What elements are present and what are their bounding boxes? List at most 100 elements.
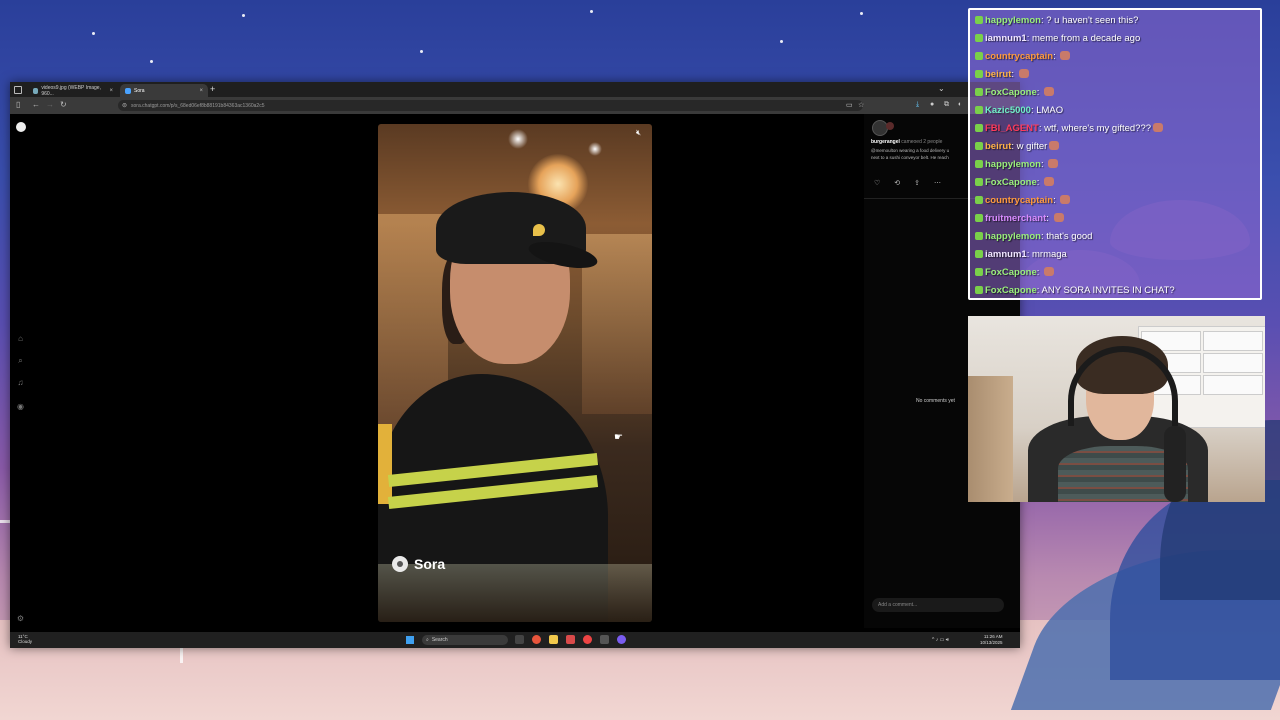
site-info-icon[interactable]: ⊜: [122, 102, 127, 109]
stream-chat-overlay: happylemon: ? u haven't seen this? iamnum…: [968, 8, 1262, 300]
chat-username[interactable]: FoxCapone: [985, 285, 1037, 296]
tab-search-chevron-icon[interactable]: ⌄: [938, 84, 945, 93]
reload-icon[interactable]: ↻: [60, 100, 67, 109]
tab-close-icon[interactable]: ×: [109, 88, 113, 94]
chat-message: beirut: w gifter: [975, 141, 1060, 152]
chat-username[interactable]: countrycaptain: [985, 195, 1053, 206]
taskbar-clock[interactable]: 11:26 AM 10/13/2025: [980, 634, 1003, 646]
chat-emote-icon: [1049, 141, 1060, 150]
chat-emote-icon: [1048, 159, 1059, 168]
video-player[interactable]: 🔇︎ ☛ Sora: [378, 124, 652, 622]
chat-username[interactable]: countrycaptain: [985, 51, 1053, 62]
chat-username[interactable]: iamnum1: [985, 249, 1027, 260]
mute-icon[interactable]: 🔇︎: [636, 128, 641, 138]
add-comment-input[interactable]: Add a comment...: [872, 598, 1004, 612]
chat-emote-icon: [1153, 123, 1164, 132]
profile-icon[interactable]: ◉: [16, 402, 25, 411]
chat-message: happylemon:: [975, 159, 1059, 170]
chat-username[interactable]: happylemon: [985, 231, 1041, 242]
chat-emote-icon: [1044, 267, 1055, 276]
mouse-cursor-icon: ☛: [614, 432, 623, 443]
back-icon[interactable]: ←: [32, 100, 40, 109]
tab-close-icon[interactable]: ×: [199, 88, 203, 94]
tab-label: videos9.jpg (WEBP Image, 960...: [41, 84, 101, 97]
extensions-puzzle-icon[interactable]: ⧉: [944, 101, 949, 109]
sidebar-toggle-icon[interactable]: ▯: [16, 100, 20, 109]
file-explorer-icon[interactable]: [549, 635, 558, 644]
star: [92, 32, 95, 35]
search-icon[interactable]: ⌕: [16, 356, 25, 365]
forward-icon[interactable]: →: [46, 100, 54, 109]
chat-username[interactable]: FBI_AGENT: [985, 123, 1039, 134]
app-icon[interactable]: [583, 635, 592, 644]
like-icon[interactable]: ♡: [874, 179, 880, 187]
settings-icon[interactable]: ⚙: [16, 614, 25, 623]
more-options-icon[interactable]: ⋯: [934, 179, 941, 187]
sora-logo-icon[interactable]: [16, 122, 26, 132]
chat-username[interactable]: iamnum1: [985, 33, 1027, 44]
address-bar[interactable]: ⊜ sora.chatgpt.com/p/s_68ed06ef8b88191b8…: [118, 100, 863, 111]
chat-username[interactable]: Kazic5000: [985, 105, 1031, 116]
extension-icon[interactable]: ●: [930, 101, 934, 108]
chat-badge-icon: [975, 232, 983, 240]
chat-username[interactable]: FoxCapone: [985, 177, 1037, 188]
install-icon[interactable]: ▭: [846, 101, 853, 109]
tab-sora[interactable]: Sora ×: [120, 84, 208, 97]
bookmark-star-icon[interactable]: ☆: [858, 101, 864, 109]
star: [590, 10, 593, 13]
chat-message: happylemon: ? u haven't seen this?: [975, 15, 1138, 26]
share-icon[interactable]: ⇪: [914, 179, 920, 187]
chat-message: fruitmerchant:: [975, 213, 1064, 224]
windows-taskbar: 11°C Cloudy ⌕ Search ^ ♪ ▭ 🔊︎ 11:26 AM 1…: [10, 632, 1020, 648]
chat-username[interactable]: beirut: [985, 69, 1011, 80]
windows-start-icon[interactable]: [406, 636, 414, 644]
chat-message: FoxCapone:: [975, 267, 1055, 278]
tab-favicon-icon: [125, 87, 131, 94]
profile-icon[interactable]: ◐: [958, 101, 962, 108]
chat-badge-icon: [975, 52, 983, 60]
drawer: [1203, 331, 1263, 351]
sora-watermark: Sora: [392, 556, 445, 572]
drawer: [1203, 375, 1263, 395]
remix-icon[interactable]: ⟲: [894, 179, 900, 187]
chat-badge-icon: [975, 106, 983, 114]
chat-username[interactable]: fruitmerchant: [985, 213, 1046, 224]
chat-message: countrycaptain:: [975, 195, 1071, 206]
taskbar-search[interactable]: ⌕ Search: [422, 635, 508, 645]
chat-separator: :: [1036, 87, 1043, 98]
search-icon: ⌕: [426, 637, 429, 643]
chat-badge-icon: [975, 142, 983, 150]
tab-actions-icon[interactable]: [14, 86, 22, 94]
chat-username[interactable]: FoxCapone: [985, 87, 1037, 98]
chat-badge-icon: [975, 16, 983, 24]
new-tab-icon[interactable]: +: [210, 84, 215, 94]
tab-favicon-icon: [33, 87, 39, 94]
weather-widget[interactable]: 11°C Cloudy: [18, 634, 32, 644]
system-tray-icons[interactable]: ^ ♪ ▭ 🔊︎: [932, 637, 949, 643]
chat-username[interactable]: happylemon: [985, 15, 1041, 26]
chat-username[interactable]: happylemon: [985, 159, 1041, 170]
chat-separator: :: [1040, 159, 1047, 170]
download-icon[interactable]: ⤓: [916, 101, 919, 109]
chat-message: Kazic5000: LMAO: [975, 105, 1063, 116]
action-bar: ♡ ⟲ ⇪ ⋯: [874, 179, 941, 187]
chat-username[interactable]: FoxCapone: [985, 267, 1037, 278]
home-icon[interactable]: ⌂: [16, 334, 25, 343]
chat-badge-icon: [975, 160, 983, 168]
browser-window: videos9.jpg (WEBP Image, 960... × Sora ×…: [10, 82, 1020, 648]
chat-separator: :: [1036, 177, 1043, 188]
author-name[interactable]: burgerangel: [871, 139, 900, 145]
tab-image[interactable]: videos9.jpg (WEBP Image, 960... ×: [28, 84, 118, 97]
app-icon[interactable]: [600, 635, 609, 644]
notifications-icon[interactable]: ♫: [16, 378, 25, 387]
cap-logo-icon: [533, 224, 545, 236]
task-view-icon[interactable]: [515, 635, 524, 644]
app-icon[interactable]: [566, 635, 575, 644]
chrome-icon[interactable]: [532, 635, 541, 644]
discord-icon[interactable]: [617, 635, 626, 644]
star: [860, 12, 863, 15]
chat-username[interactable]: beirut: [985, 141, 1011, 152]
star: [242, 14, 245, 17]
url-text: sora.chatgpt.com/p/s_68ed06ef8b88191b843…: [131, 102, 265, 109]
cameo-avatar[interactable]: [886, 122, 894, 130]
